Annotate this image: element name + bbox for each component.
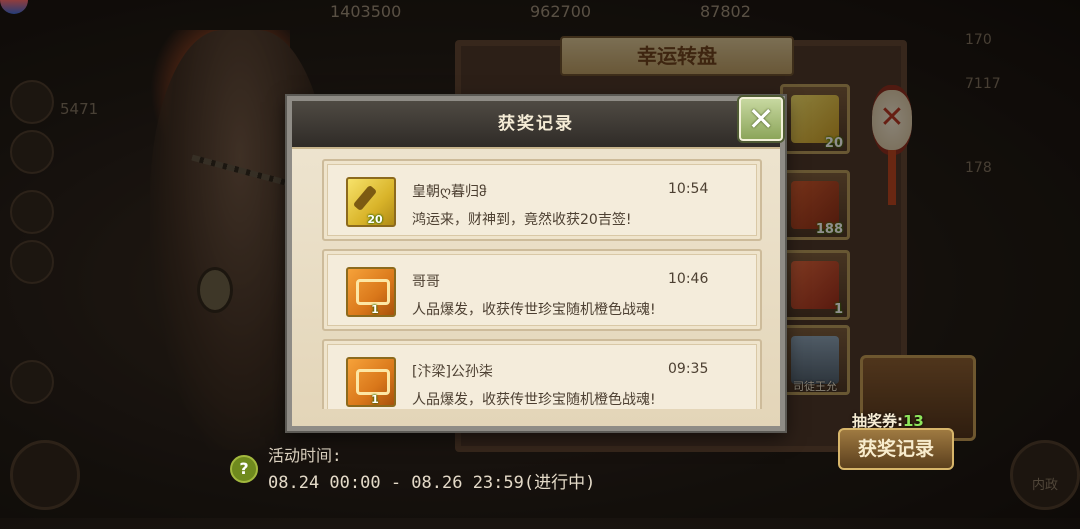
record-item: 1 哥哥 10:46 人品爆发，收获传世珍宝随机橙色战魂! — [322, 249, 762, 331]
dialog-header: 获奖记录 — [292, 101, 780, 149]
close-icon: ✕ — [747, 100, 775, 138]
dialog-title: 获奖记录 — [498, 114, 574, 134]
prize-record-dialog: 获奖记录 ✕ 20 皇朝ღ暮归ჵ 10:54 鸿运来，财神到，竟然收获20吉签!… — [287, 96, 785, 431]
treasure-chest-icon: 1 — [346, 267, 396, 317]
record-time: 10:46 — [668, 271, 709, 287]
record-item: 20 皇朝ღ暮归ჵ 10:54 鸿运来，财神到，竟然收获20吉签! — [322, 159, 762, 241]
record-player-name: [汴梁]公孙柒 — [412, 364, 493, 380]
record-time: 09:35 — [668, 361, 709, 377]
event-time-range: 08.24 00:00 - 08.26 23:59(进行中) — [268, 473, 596, 493]
record-list[interactable]: 20 皇朝ღ暮归ჵ 10:54 鸿运来，财神到，竟然收获20吉签! 1 哥哥 1… — [318, 159, 764, 409]
record-player-name: 皇朝ღ暮归ჵ — [412, 184, 487, 200]
event-time-label: 活动时间: — [268, 446, 342, 465]
record-message: 人品爆发，收获传世珍宝随机橙色战魂! — [412, 302, 656, 318]
scroll-icon: 20 — [346, 177, 396, 227]
record-message: 人品爆发，收获传世珍宝随机橙色战魂! — [412, 392, 656, 408]
record-message: 鸿运来，财神到，竟然收获20吉签! — [412, 212, 632, 228]
record-time: 10:54 — [668, 181, 709, 197]
record-item: 1 [汴梁]公孙柒 09:35 人品爆发，收获传世珍宝随机橙色战魂! — [322, 339, 762, 409]
treasure-chest-icon: 1 — [346, 357, 396, 407]
record-player-name: 哥哥 — [412, 274, 440, 290]
close-button[interactable]: ✕ — [739, 97, 783, 141]
prize-record-button[interactable]: 获奖记录 — [838, 428, 954, 470]
help-icon[interactable]: ? — [230, 455, 258, 483]
